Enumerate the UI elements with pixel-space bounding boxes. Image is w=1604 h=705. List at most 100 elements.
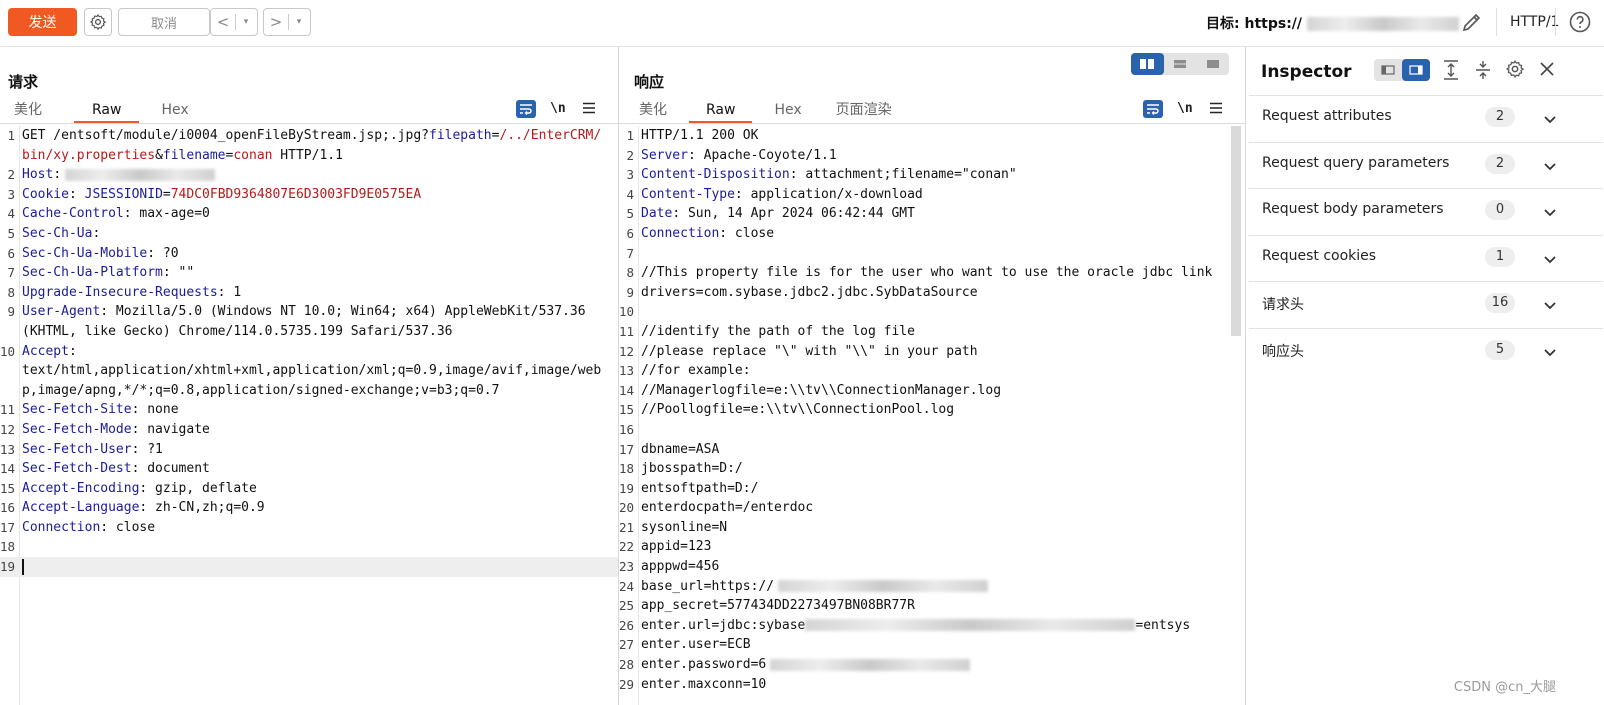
header-key: Accept-Language (22, 500, 140, 516)
line-text: enter.maxconn=10 (641, 675, 1245, 695)
history-forward-button[interactable]: > ▾ (263, 8, 311, 36)
code-text: : application/x-download (734, 186, 923, 202)
code-line: 27 enter.user=ECB (619, 635, 1245, 655)
line-number: 16 (619, 421, 635, 437)
inspector-settings-button[interactable] (1505, 59, 1525, 83)
response-editor[interactable]: 1 HTTP/1.1 200 OK 2 Server: Apache-Coyote/1… (619, 126, 1245, 705)
word-wrap-button[interactable] (1143, 99, 1163, 118)
code-text: enterdocpath=/enterdoc (641, 500, 814, 516)
inspector-section[interactable]: Request body parameters 0 (1249, 188, 1603, 233)
header-key: Sec-Fetch-Mode (22, 421, 132, 437)
chevron-down-icon[interactable] (1543, 203, 1557, 222)
http-version-toggle[interactable]: HTTP/1 (1510, 14, 1559, 30)
layout-tabs-button[interactable] (1196, 53, 1229, 75)
line-number: 14 (619, 382, 635, 398)
request-tabs: 美化 Raw Hex (0, 99, 203, 123)
line-text: Sec-Fetch-Dest: document (22, 459, 618, 479)
response-lines: 1 HTTP/1.1 200 OK 2 Server: Apache-Coyote/1… (619, 126, 1245, 694)
editor-menu-button[interactable] (582, 99, 596, 118)
header-key: Sec-Ch-Ua (22, 225, 93, 241)
response-panel: 响应 美化 Raw Hex 页面渲染 \n 1 HTTP/1.1 200 OK 2 S… (619, 47, 1246, 705)
tab-pretty[interactable]: 美化 (625, 99, 681, 121)
line-text: Server: Apache-Coyote/1.1 (641, 146, 1245, 166)
inspector-section[interactable]: Request attributes 2 (1249, 95, 1603, 140)
code-line: 21 sysonline=N (619, 518, 1245, 538)
collapse-all-button[interactable] (1474, 60, 1492, 84)
layout-stacked-button[interactable] (1164, 53, 1197, 75)
show-newlines-button[interactable]: \n (550, 101, 566, 116)
line-text: Cache-Control: max-age=0 (22, 204, 618, 224)
line-number: 15 (0, 480, 16, 496)
show-newlines-button[interactable]: \n (1177, 101, 1193, 116)
code-text: : gzip, deflate (139, 480, 257, 496)
line-number: 17 (619, 441, 635, 457)
inspector-left-dock-button[interactable] (1374, 59, 1402, 81)
line-number: 9 (626, 284, 634, 300)
tab-hex[interactable]: Hex (147, 99, 202, 121)
inspector-section[interactable]: Request query parameters 2 (1249, 141, 1603, 187)
inspector-section[interactable]: 响应头 5 (1249, 327, 1603, 373)
request-lines: 1 GET /entsoft/module/i0004_openFileByStr… (0, 126, 618, 577)
code-line: 23 apppwd=456 (619, 557, 1245, 577)
line-text: Content-Disposition: attachment;filename… (641, 165, 1245, 185)
back-dropdown-icon[interactable]: ▾ (236, 17, 256, 27)
inspector-section[interactable]: 请求头 16 (1249, 281, 1603, 326)
code-text: HTTP/1.1 (272, 147, 343, 163)
code-text: : ?1 (131, 441, 163, 457)
layout-side-by-side-button[interactable] (1131, 53, 1164, 75)
inspector-section-count: 16 (1485, 293, 1515, 313)
cancel-button[interactable]: 取消 (118, 8, 210, 36)
line-text: GET /entsoft/module/i0004_openFileByStre… (22, 126, 618, 165)
line-number: 8 (626, 265, 634, 281)
edit-target-button[interactable] (1460, 10, 1484, 38)
tab-raw[interactable]: Raw (689, 99, 753, 123)
code-text: =entsys (1135, 617, 1191, 633)
line-number: 16 (0, 500, 16, 516)
tab-raw[interactable]: Raw (74, 99, 140, 123)
code-line: 4 Cache-Control: max-age=0 (0, 204, 618, 224)
tab-render[interactable]: 页面渲染 (822, 99, 906, 121)
chevron-down-icon[interactable] (1543, 250, 1557, 269)
line-text: base_url=https:// (641, 577, 1245, 597)
line-number: 17 (0, 519, 16, 535)
chevron-down-icon[interactable] (1543, 157, 1557, 176)
word-wrap-button[interactable] (516, 99, 536, 118)
code-text: : attachment;filename="conan" (789, 167, 1017, 183)
inspector-section-label: Request cookies (1262, 247, 1377, 264)
expand-all-button[interactable] (1442, 60, 1460, 84)
line-number: 11 (0, 402, 16, 418)
help-button[interactable] (1568, 10, 1592, 38)
line-number: 19 (619, 480, 635, 496)
line-number: 7 (7, 265, 15, 281)
code-text: : close (719, 225, 775, 241)
header-key: Upgrade-Insecure-Requests (22, 284, 218, 300)
target-host[interactable]: 目标: https:// (1206, 13, 1459, 33)
forward-dropdown-icon[interactable]: ▾ (289, 17, 309, 27)
code-text: HTTP/1.1 200 OK (641, 128, 759, 143)
close-inspector-button[interactable] (1538, 60, 1556, 82)
line-text: Sec-Fetch-Mode: navigate (22, 420, 618, 440)
inspector-section-count: 1 (1485, 246, 1515, 267)
chevron-down-icon[interactable] (1543, 343, 1557, 362)
code-text: : close (100, 519, 156, 535)
chevron-down-icon[interactable] (1543, 110, 1557, 129)
history-back-button[interactable]: < ▾ (210, 8, 258, 36)
param-value: conan (233, 147, 273, 163)
inspector-section[interactable]: Request cookies 1 (1249, 234, 1603, 280)
response-scrollbar[interactable] (1231, 126, 1241, 336)
wrap-lines-icon (520, 103, 532, 115)
chevron-down-icon[interactable] (1543, 296, 1557, 315)
code-text: //for example: (641, 363, 751, 379)
inspector-right-dock-button[interactable] (1402, 59, 1430, 81)
top-toolbar: 发送 取消 < ▾ > ▾ 目标: https:// HTTP/1 (0, 0, 1604, 47)
send-button[interactable]: 发送 (8, 8, 77, 36)
tab-hex[interactable]: Hex (760, 99, 815, 121)
code-line: 24 base_url=https:// (619, 577, 1245, 597)
inspector-section-label: Request body parameters (1262, 201, 1444, 217)
request-editor[interactable]: 1 GET /entsoft/module/i0004_openFileByStr… (0, 126, 618, 705)
editor-menu-button[interactable] (1209, 99, 1223, 118)
tab-pretty[interactable]: 美化 (0, 99, 56, 121)
line-number: 23 (619, 559, 635, 575)
code-text: //please replace "\" with "\\" in your p… (641, 343, 978, 359)
settings-button[interactable] (84, 8, 112, 36)
